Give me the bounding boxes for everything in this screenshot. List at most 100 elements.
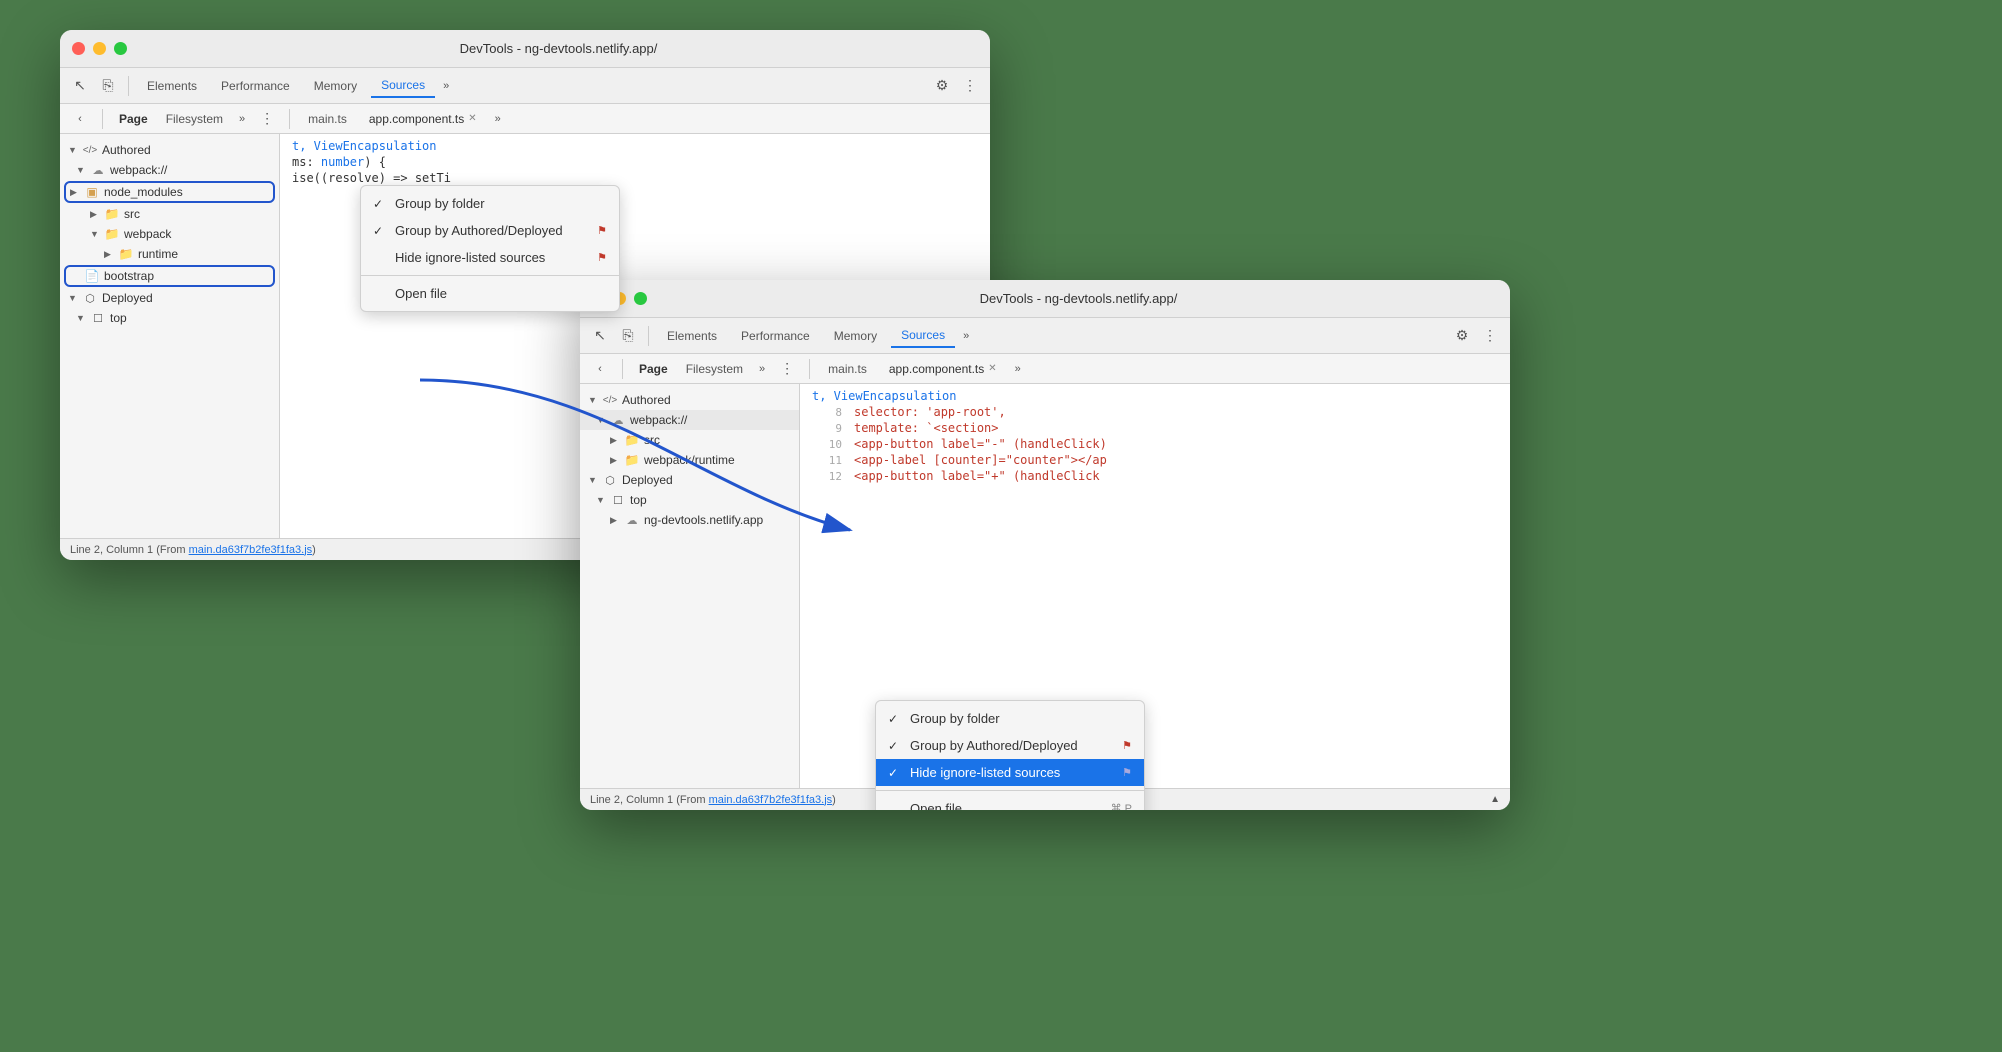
warn-icon-group-authored-back: ⚑ xyxy=(597,224,607,237)
gear-icon-front[interactable]: ⚙ xyxy=(1450,324,1474,348)
arrow-webpack-front: ▼ xyxy=(596,415,610,425)
file-tab-main-front[interactable]: main.ts xyxy=(820,360,875,378)
sec-tab-filesystem-back[interactable]: Filesystem xyxy=(160,110,229,128)
code-line-partial-back: t, ViewEncapsulation xyxy=(280,138,990,154)
nav-back-icon-front[interactable]: ‹ xyxy=(588,357,612,381)
status-link-back[interactable]: main.da63f7b2fe3f1fa3.js xyxy=(189,544,313,556)
menu-open-file-back[interactable]: Open file xyxy=(361,280,619,307)
menu-label-group-authored-back: Group by Authored/Deployed xyxy=(395,223,591,238)
code-line-partial-front: t, ViewEncapsulation xyxy=(800,388,1510,404)
webpack-label-back: webpack:// xyxy=(110,163,167,177)
file-more-front[interactable]: » xyxy=(1011,361,1025,377)
menu-group-authored-front[interactable]: ✓ Group by Authored/Deployed ⚑ xyxy=(876,732,1144,759)
menu-hide-ignore-front[interactable]: ✓ Hide ignore-listed sources ⚑ xyxy=(876,759,1144,786)
gear-icon-back[interactable]: ⚙ xyxy=(930,74,954,98)
code-icon-authored-front: </> xyxy=(602,392,618,408)
menu-group-folder-front[interactable]: ✓ Group by folder xyxy=(876,705,1144,732)
tree-node-modules-back[interactable]: ▶ ▣ node_modules xyxy=(64,181,275,203)
tree-src-front[interactable]: ▶ 📁 src xyxy=(580,430,799,450)
warn-icon-group-authored-front: ⚑ xyxy=(1122,739,1132,752)
code-text-11-front: <app-label [counter]="counter"></ap xyxy=(854,453,1107,467)
sec-more-front[interactable]: » xyxy=(755,361,769,377)
sec-sep-front xyxy=(622,359,623,379)
tab-performance-back[interactable]: Performance xyxy=(211,75,300,97)
close-tab-icon-front[interactable]: ✕ xyxy=(988,363,996,374)
context-menu-back: ✓ Group by folder ✓ Group by Authored/De… xyxy=(360,185,620,312)
tree-src-back[interactable]: ▶ 📁 src xyxy=(60,204,279,224)
tab-memory-front[interactable]: Memory xyxy=(824,325,887,347)
sec-tab-page-front[interactable]: Page xyxy=(633,360,674,378)
tree-deployed-front[interactable]: ▼ ⬡ Deployed xyxy=(580,470,799,490)
warn-icon-hide-ignore-front: ⚑ xyxy=(1122,766,1132,779)
check-icon-hide-ignore-front: ✓ xyxy=(888,766,904,780)
maximize-button-back[interactable] xyxy=(114,42,127,55)
main-toolbar-front: ↖ ⎘ Elements Performance Memory Sources … xyxy=(580,318,1510,354)
menu-group-folder-back[interactable]: ✓ Group by folder xyxy=(361,190,619,217)
sidebar-back: ▼ </> Authored ▼ ☁ webpack:// ▶ ▣ node_m… xyxy=(60,134,280,538)
sec-tab-page-back[interactable]: Page xyxy=(113,110,154,128)
tree-runtime-back[interactable]: ▶ 📁 runtime xyxy=(60,244,279,264)
tree-deployed-back[interactable]: ▼ ⬡ Deployed xyxy=(60,288,279,308)
arrow-top-front: ▼ xyxy=(596,495,610,505)
menu-icon-back[interactable]: ⋮ xyxy=(958,74,982,98)
close-button-back[interactable] xyxy=(72,42,85,55)
tree-top-back[interactable]: ▼ ☐ top xyxy=(60,308,279,328)
code-text-2-back: ms: number) { xyxy=(292,155,386,169)
sec-menu-back[interactable]: ⋮ xyxy=(255,107,279,131)
nav-back-icon[interactable]: ‹ xyxy=(68,107,92,131)
tree-webpack-runtime-front[interactable]: ▶ 📁 webpack/runtime xyxy=(580,450,799,470)
status-text-back: Line 2, Column 1 (From xyxy=(70,544,189,556)
code-line-2-back: ms: number) { xyxy=(280,154,990,170)
shortcut-open-file-front: ⌘ P xyxy=(1111,802,1132,810)
arrow-src-front: ▶ xyxy=(610,435,624,446)
file-more-back[interactable]: » xyxy=(491,111,505,127)
status-link-front[interactable]: main.da63f7b2fe3f1fa3.js xyxy=(709,794,833,806)
title-bar-front: DevTools - ng-devtools.netlify.app/ xyxy=(580,280,1510,318)
tree-webpack-back[interactable]: ▼ ☁ webpack:// xyxy=(60,160,279,180)
file-tab-main-back[interactable]: main.ts xyxy=(300,110,355,128)
more-tabs-front[interactable]: » xyxy=(959,328,973,344)
menu-open-file-front[interactable]: Open file ⌘ P xyxy=(876,795,1144,810)
check-icon-group-folder-back: ✓ xyxy=(373,197,389,211)
file-tab-component-front[interactable]: app.component.ts ✕ xyxy=(881,360,1005,378)
maximize-button-front[interactable] xyxy=(634,292,647,305)
file-tab-component-back[interactable]: app.component.ts ✕ xyxy=(361,110,485,128)
more-tabs-back[interactable]: » xyxy=(439,78,453,94)
tree-top-front[interactable]: ▼ ☐ top xyxy=(580,490,799,510)
sec-more-back[interactable]: » xyxy=(235,111,249,127)
tab-elements-back[interactable]: Elements xyxy=(137,75,207,97)
code-text-0-front: t, ViewEncapsulation xyxy=(812,389,957,403)
tree-webpack-front[interactable]: ▼ ☁ webpack:// xyxy=(580,410,799,430)
cloud-icon-webpack-front: ☁ xyxy=(610,412,626,428)
tree-webpack-folder-back[interactable]: ▼ 📁 webpack xyxy=(60,224,279,244)
tree-authored-back[interactable]: ▼ </> Authored xyxy=(60,140,279,160)
menu-group-authored-back[interactable]: ✓ Group by Authored/Deployed ⚑ xyxy=(361,217,619,244)
tab-memory-back[interactable]: Memory xyxy=(304,75,367,97)
close-tab-icon-back[interactable]: ✕ xyxy=(468,113,476,124)
cursor-icon-front[interactable]: ↖ xyxy=(588,324,612,348)
arrow-src-back: ▶ xyxy=(90,209,104,220)
cloud-icon-webpack-back: ☁ xyxy=(90,162,106,178)
tree-authored-front[interactable]: ▼ </> Authored xyxy=(580,390,799,410)
sec-tab-filesystem-front[interactable]: Filesystem xyxy=(680,360,749,378)
runtime-label-back: runtime xyxy=(138,247,178,261)
copy-icon-front[interactable]: ⎘ xyxy=(616,324,640,348)
minimize-button-back[interactable] xyxy=(93,42,106,55)
menu-icon-front[interactable]: ⋮ xyxy=(1478,324,1502,348)
tab-performance-front[interactable]: Performance xyxy=(731,325,820,347)
tree-bootstrap-back[interactable]: 📄 bootstrap xyxy=(64,265,275,287)
cursor-icon-back[interactable]: ↖ xyxy=(68,74,92,98)
arrow-top-back: ▼ xyxy=(76,313,90,323)
menu-hide-ignore-back[interactable]: Hide ignore-listed sources ⚑ xyxy=(361,244,619,271)
menu-label-hide-ignore-back: Hide ignore-listed sources xyxy=(395,250,591,265)
status-icon-front[interactable]: ▲ xyxy=(1490,794,1500,805)
tree-ng-devtools-front[interactable]: ▶ ☁ ng-devtools.netlify.app xyxy=(580,510,799,530)
sidebar-front: ▼ </> Authored ▼ ☁ webpack:// ▶ 📁 src ▶ … xyxy=(580,384,800,788)
tab-elements-front[interactable]: Elements xyxy=(657,325,727,347)
copy-icon-back[interactable]: ⎘ xyxy=(96,74,120,98)
code-line-12-front: 12 <app-button label="+" (handleClick xyxy=(800,468,1510,484)
tab-sources-front[interactable]: Sources xyxy=(891,324,955,348)
deployed-label-front: Deployed xyxy=(622,473,673,487)
sec-menu-front[interactable]: ⋮ xyxy=(775,357,799,381)
tab-sources-back[interactable]: Sources xyxy=(371,74,435,98)
